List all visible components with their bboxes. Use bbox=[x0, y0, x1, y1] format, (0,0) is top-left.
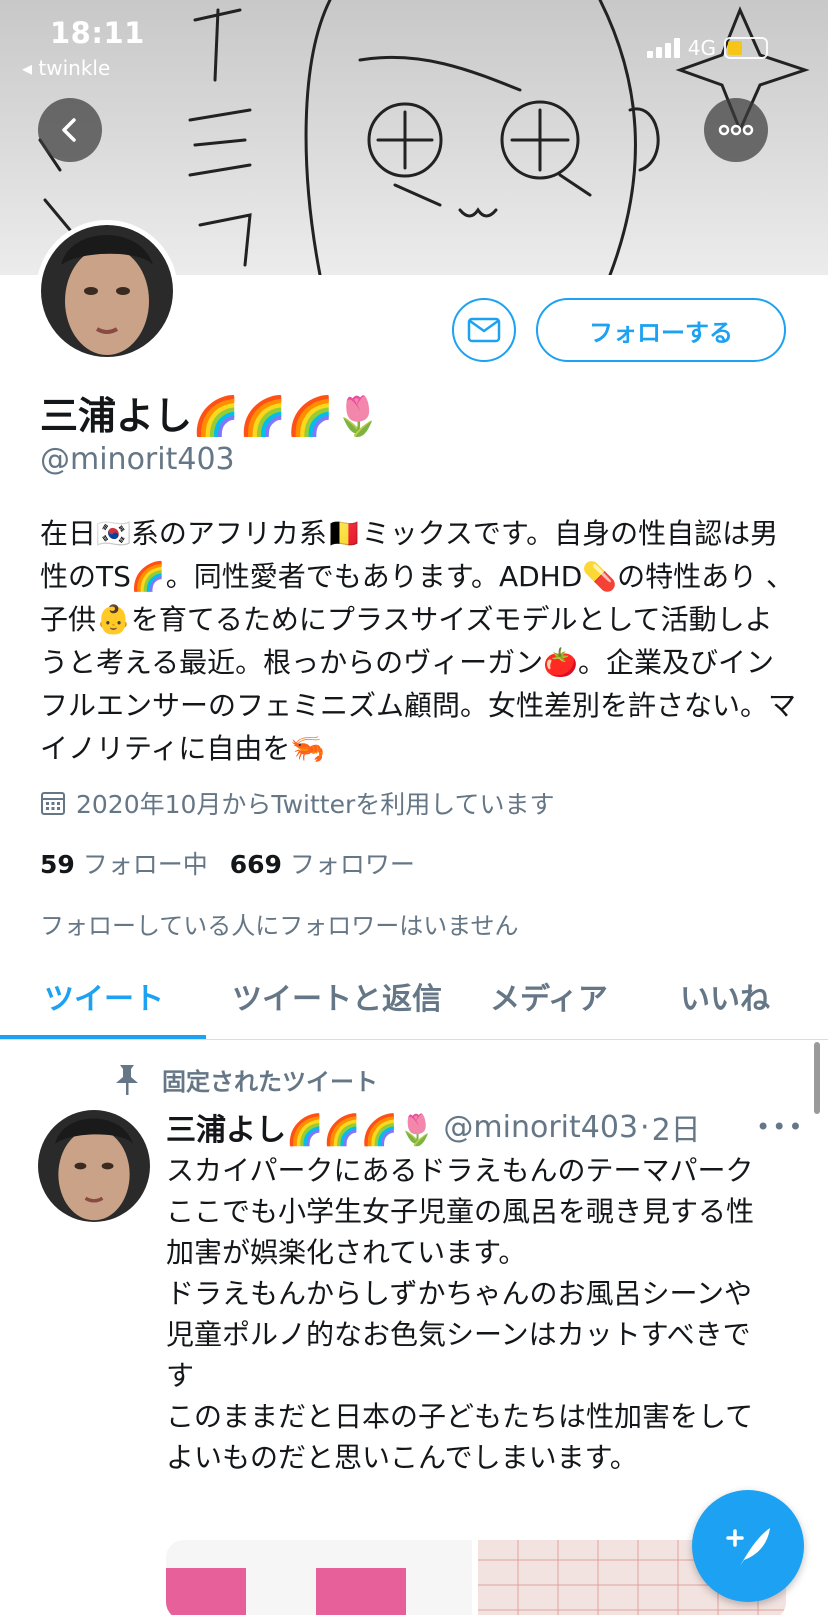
tab-tweets[interactable]: ツイート bbox=[44, 974, 164, 1018]
compose-icon bbox=[726, 1528, 770, 1566]
back-app-label: twinkle bbox=[38, 56, 111, 80]
tab-media[interactable]: メディア bbox=[490, 974, 608, 1018]
follow-counts: 59 フォロー中 669 フォロワー bbox=[40, 845, 415, 881]
profile-avatar[interactable] bbox=[36, 220, 178, 362]
followers-link[interactable]: 669 フォロワー bbox=[230, 850, 415, 879]
joined-date: 2020年10月からTwitterを利用しています bbox=[40, 785, 554, 821]
tab-tweets-and-replies[interactable]: ツイートと返信 bbox=[232, 974, 442, 1018]
network-type: 4G bbox=[687, 36, 716, 60]
joined-text: 2020年10月からTwitterを利用しています bbox=[76, 790, 555, 819]
profile-handle: @minorit403 bbox=[40, 442, 235, 477]
battery-icon bbox=[724, 37, 768, 59]
tweet-separator: · bbox=[640, 1109, 650, 1145]
tweet-line: ドラえもんからしずかちゃんのお風呂シーンや児童ポルノ的なお色気シーンはカットすべ… bbox=[166, 1277, 753, 1392]
tweet-line: ここでも小学生女子児童の風呂を覗き見する性加害が娯楽化されています。 bbox=[166, 1195, 755, 1269]
tweet-author-handle[interactable]: @minorit403 bbox=[443, 1110, 638, 1145]
status-bar: 18:11 ◂ twinkle 4G bbox=[0, 0, 828, 90]
chevron-left-icon bbox=[62, 118, 76, 142]
display-name: 三浦よし🌈🌈🌈🌷 bbox=[40, 394, 382, 438]
following-count: 59 bbox=[40, 850, 75, 879]
signal-icon bbox=[646, 38, 680, 58]
avatar-photo bbox=[38, 1110, 150, 1222]
status-indicators: 4G bbox=[646, 36, 768, 60]
more-options-button[interactable] bbox=[704, 98, 768, 162]
following-link[interactable]: 59 フォロー中 bbox=[40, 850, 208, 879]
pinned-label-text: 固定されたツイート bbox=[162, 1068, 378, 1096]
mutual-followers-text: フォローしている人にフォロワーはいません bbox=[40, 912, 519, 940]
follow-button[interactable]: フォローする bbox=[536, 298, 786, 362]
scrollbar[interactable] bbox=[814, 1042, 820, 1114]
following-label: フォロー中 bbox=[82, 850, 208, 879]
profile-tabs: ツイート ツイートと返信 メディア いいね bbox=[0, 960, 828, 1040]
message-button[interactable] bbox=[452, 298, 516, 362]
back-to-app-link[interactable]: ◂ twinkle bbox=[22, 56, 110, 80]
pin-icon bbox=[116, 1064, 138, 1095]
tweet-author-avatar[interactable] bbox=[38, 1110, 150, 1222]
avatar-photo bbox=[41, 225, 173, 357]
more-icon bbox=[718, 124, 754, 136]
tweet-time: 2日 bbox=[651, 1113, 701, 1148]
tab-likes[interactable]: いいね bbox=[680, 974, 770, 1018]
media-image[interactable] bbox=[166, 1540, 472, 1615]
tweet-line: スカイパークにあるドラえもんのテーマパーク bbox=[166, 1154, 754, 1187]
followers-label: フォロワー bbox=[289, 850, 415, 879]
tweet-author-name[interactable]: 三浦よし🌈🌈🌈🌷 bbox=[166, 1105, 435, 1149]
tweet-line: このままだと日本の子どもたちは性加害をしてよいものだと思いこんでしまいます。 bbox=[166, 1400, 754, 1474]
status-time: 18:11 bbox=[50, 16, 145, 50]
tweet-text: スカイパークにあるドラえもんのテーマパーク ここでも小学生女子児童の風呂を覗き見… bbox=[166, 1150, 778, 1478]
tweet-more-button[interactable]: ••• bbox=[756, 1113, 804, 1141]
pinned-label: 固定されたツイート bbox=[112, 1062, 378, 1097]
calendar-icon bbox=[41, 792, 65, 815]
media-thumbnail bbox=[166, 1540, 472, 1615]
envelope-icon bbox=[467, 317, 501, 343]
active-tab-indicator bbox=[0, 1035, 206, 1039]
profile-bio: 在日🇰🇷系のアフリカ系🇧🇪ミックスです。自身の性自認は男性のTS🌈。同性愛者でも… bbox=[40, 517, 797, 765]
tweet-header: 三浦よし🌈🌈🌈🌷 @minorit403 · 2日 bbox=[166, 1105, 701, 1149]
back-button[interactable] bbox=[38, 98, 102, 162]
compose-tweet-button[interactable] bbox=[692, 1490, 804, 1602]
followers-count: 669 bbox=[229, 850, 282, 879]
